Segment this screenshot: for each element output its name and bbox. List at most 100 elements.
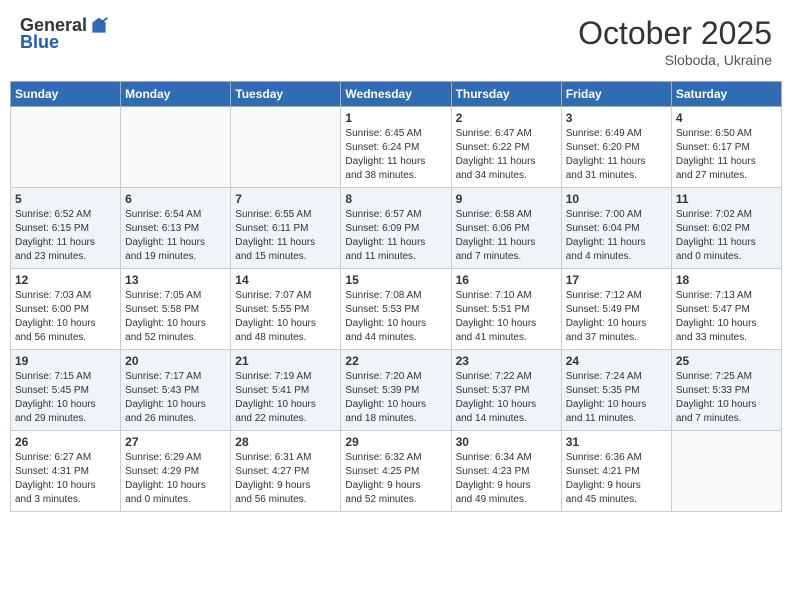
day-number: 24 [566, 354, 667, 368]
day-info: Sunrise: 6:31 AM Sunset: 4:27 PM Dayligh… [235, 451, 336, 507]
day-info: Sunrise: 7:15 AM Sunset: 5:45 PM Dayligh… [15, 370, 116, 426]
day-info: Sunrise: 7:22 AM Sunset: 5:37 PM Dayligh… [456, 370, 557, 426]
day-number: 9 [456, 192, 557, 206]
day-number: 31 [566, 435, 667, 449]
day-info: Sunrise: 6:55 AM Sunset: 6:11 PM Dayligh… [235, 208, 336, 264]
day-info: Sunrise: 7:20 AM Sunset: 5:39 PM Dayligh… [345, 370, 446, 426]
day-number: 27 [125, 435, 226, 449]
table-row: 22 Sunrise: 7:20 AM Sunset: 5:39 PM Dayli… [341, 350, 451, 431]
logo: General Blue [20, 15, 109, 53]
table-row: 14Sunrise: 7:07 AM Sunset: 5:55 PM Dayli… [231, 269, 341, 350]
table-row: 30 Sunrise: 6:34 AM Sunset: 4:23 PM Dayli… [451, 431, 561, 512]
header-monday: Monday [121, 82, 231, 107]
day-info: Sunrise: 6:45 AM Sunset: 6:24 PM Dayligh… [345, 127, 446, 183]
day-info: Sunrise: 6:57 AM Sunset: 6:09 PM Dayligh… [345, 208, 446, 264]
day-info: Sunrise: 7:08 AM Sunset: 5:53 PM Dayligh… [345, 289, 446, 345]
day-info: Sunrise: 7:25 AM Sunset: 5:33 PM Dayligh… [676, 370, 777, 426]
header-thursday: Thursday [451, 82, 561, 107]
day-info: Sunrise: 7:00 AM Sunset: 6:04 PM Dayligh… [566, 208, 667, 264]
logo-text-blue: Blue [20, 32, 59, 53]
calendar-week-row: 19 Sunrise: 7:15 AM Sunset: 5:45 PM Dayli… [11, 350, 782, 431]
day-number: 15 [345, 273, 446, 287]
table-row: 15 Sunrise: 7:08 AM Sunset: 5:53 PM Dayli… [341, 269, 451, 350]
calendar-week-row: 12 Sunrise: 7:03 AM Sunset: 6:00 PM Dayli… [11, 269, 782, 350]
table-row: 2 Sunrise: 6:47 AM Sunset: 6:22 PM Daylig… [451, 107, 561, 188]
day-number: 8 [345, 192, 446, 206]
page-header: General Blue October 2025 Sloboda, Ukrai… [10, 10, 782, 73]
day-number: 4 [676, 111, 777, 125]
day-number: 23 [456, 354, 557, 368]
day-number: 16 [456, 273, 557, 287]
day-info: Sunrise: 6:32 AM Sunset: 4:25 PM Dayligh… [345, 451, 446, 507]
table-row [11, 107, 121, 188]
day-number: 18 [676, 273, 777, 287]
header-saturday: Saturday [671, 82, 781, 107]
header-friday: Friday [561, 82, 671, 107]
table-row: 6 Sunrise: 6:54 AM Sunset: 6:13 PM Daylig… [121, 188, 231, 269]
day-info: Sunrise: 7:13 AM Sunset: 5:47 PM Dayligh… [676, 289, 777, 345]
calendar-week-row: 26 Sunrise: 6:27 AM Sunset: 4:31 PM Dayli… [11, 431, 782, 512]
day-info: Sunrise: 7:02 AM Sunset: 6:02 PM Dayligh… [676, 208, 777, 264]
day-number: 13 [125, 273, 226, 287]
day-info: Sunrise: 6:34 AM Sunset: 4:23 PM Dayligh… [456, 451, 557, 507]
day-number: 5 [15, 192, 116, 206]
table-row: 16Sunrise: 7:10 AM Sunset: 5:51 PM Dayli… [451, 269, 561, 350]
calendar-table: Sunday Monday Tuesday Wednesday Thursday… [10, 81, 782, 512]
day-info: Sunrise: 6:58 AM Sunset: 6:06 PM Dayligh… [456, 208, 557, 264]
table-row: 13Sunrise: 7:05 AM Sunset: 5:58 PM Dayli… [121, 269, 231, 350]
table-row: 29 Sunrise: 6:32 AM Sunset: 4:25 PM Dayli… [341, 431, 451, 512]
table-row: 19 Sunrise: 7:15 AM Sunset: 5:45 PM Dayli… [11, 350, 121, 431]
day-info: Sunrise: 6:47 AM Sunset: 6:22 PM Dayligh… [456, 127, 557, 183]
table-row: 31Sunrise: 6:36 AM Sunset: 4:21 PM Dayli… [561, 431, 671, 512]
day-number: 19 [15, 354, 116, 368]
day-info: Sunrise: 7:03 AM Sunset: 6:00 PM Dayligh… [15, 289, 116, 345]
table-row: 17 Sunrise: 7:12 AM Sunset: 5:49 PM Dayli… [561, 269, 671, 350]
table-row: 23 Sunrise: 7:22 AM Sunset: 5:37 PM Dayli… [451, 350, 561, 431]
table-row: 5 Sunrise: 6:52 AM Sunset: 6:15 PM Daylig… [11, 188, 121, 269]
table-row: 20Sunrise: 7:17 AM Sunset: 5:43 PM Dayli… [121, 350, 231, 431]
day-number: 22 [345, 354, 446, 368]
table-row: 8 Sunrise: 6:57 AM Sunset: 6:09 PM Daylig… [341, 188, 451, 269]
day-number: 3 [566, 111, 667, 125]
table-row: 10 Sunrise: 7:00 AM Sunset: 6:04 PM Dayli… [561, 188, 671, 269]
day-number: 21 [235, 354, 336, 368]
day-number: 10 [566, 192, 667, 206]
header-wednesday: Wednesday [341, 82, 451, 107]
table-row: 18 Sunrise: 7:13 AM Sunset: 5:47 PM Dayli… [671, 269, 781, 350]
day-info: Sunrise: 6:54 AM Sunset: 6:13 PM Dayligh… [125, 208, 226, 264]
table-row: 7Sunrise: 6:55 AM Sunset: 6:11 PM Daylig… [231, 188, 341, 269]
day-info: Sunrise: 6:29 AM Sunset: 4:29 PM Dayligh… [125, 451, 226, 507]
day-info: Sunrise: 7:19 AM Sunset: 5:41 PM Dayligh… [235, 370, 336, 426]
table-row: 26 Sunrise: 6:27 AM Sunset: 4:31 PM Dayli… [11, 431, 121, 512]
day-number: 26 [15, 435, 116, 449]
location: Sloboda, Ukraine [578, 52, 772, 68]
logo-icon [89, 16, 109, 36]
day-number: 25 [676, 354, 777, 368]
day-number: 2 [456, 111, 557, 125]
day-info: Sunrise: 7:17 AM Sunset: 5:43 PM Dayligh… [125, 370, 226, 426]
day-number: 30 [456, 435, 557, 449]
table-row: 24Sunrise: 7:24 AM Sunset: 5:35 PM Dayli… [561, 350, 671, 431]
day-number: 29 [345, 435, 446, 449]
table-row: 25 Sunrise: 7:25 AM Sunset: 5:33 PM Dayli… [671, 350, 781, 431]
table-row: 28Sunrise: 6:31 AM Sunset: 4:27 PM Dayli… [231, 431, 341, 512]
day-info: Sunrise: 7:12 AM Sunset: 5:49 PM Dayligh… [566, 289, 667, 345]
day-info: Sunrise: 6:50 AM Sunset: 6:17 PM Dayligh… [676, 127, 777, 183]
table-row [231, 107, 341, 188]
month-title: October 2025 [578, 15, 772, 52]
header-sunday: Sunday [11, 82, 121, 107]
weekday-header-row: Sunday Monday Tuesday Wednesday Thursday… [11, 82, 782, 107]
table-row: 1 Sunrise: 6:45 AM Sunset: 6:24 PM Daylig… [341, 107, 451, 188]
header-tuesday: Tuesday [231, 82, 341, 107]
day-number: 6 [125, 192, 226, 206]
day-info: Sunrise: 6:27 AM Sunset: 4:31 PM Dayligh… [15, 451, 116, 507]
day-info: Sunrise: 6:52 AM Sunset: 6:15 PM Dayligh… [15, 208, 116, 264]
table-row: 12 Sunrise: 7:03 AM Sunset: 6:00 PM Dayli… [11, 269, 121, 350]
day-number: 1 [345, 111, 446, 125]
day-number: 14 [235, 273, 336, 287]
table-row: 27 Sunrise: 6:29 AM Sunset: 4:29 PM Dayli… [121, 431, 231, 512]
table-row: 21 Sunrise: 7:19 AM Sunset: 5:41 PM Dayli… [231, 350, 341, 431]
day-number: 17 [566, 273, 667, 287]
calendar-week-row: 5 Sunrise: 6:52 AM Sunset: 6:15 PM Daylig… [11, 188, 782, 269]
day-number: 12 [15, 273, 116, 287]
